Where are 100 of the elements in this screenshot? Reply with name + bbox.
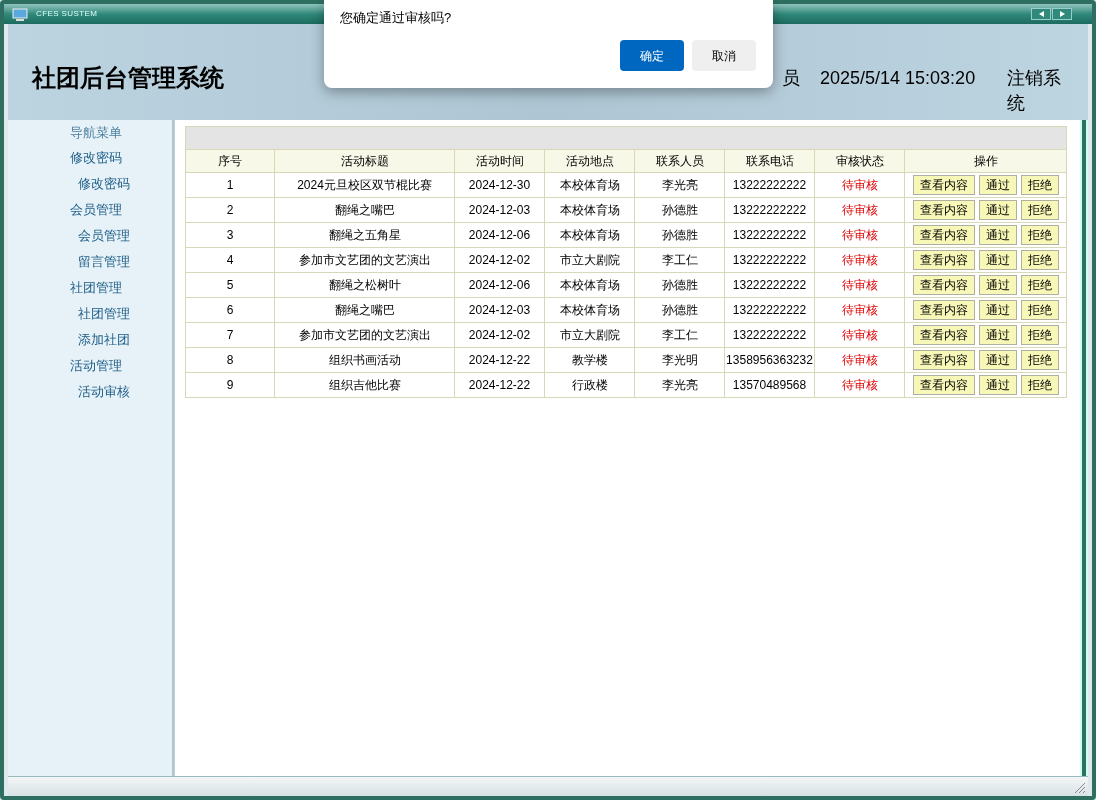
- reject-button[interactable]: 拒绝: [1020, 175, 1059, 195]
- table-cell: 参加市文艺团的文艺演出: [274, 247, 455, 273]
- table-cell: 翻绳之松树叶: [274, 272, 455, 298]
- cancel-button[interactable]: 取消: [692, 40, 756, 71]
- table-cell: 2024-12-03: [454, 197, 545, 223]
- sidebar-heading: 导航菜单: [70, 124, 123, 142]
- window-title: CFES SUSTEM: [36, 8, 98, 20]
- monitor-icon: [12, 7, 28, 21]
- reject-button[interactable]: 拒绝: [1020, 250, 1059, 270]
- table-cell: 2024-12-03: [454, 297, 545, 323]
- menu-item[interactable]: 活动审核: [78, 384, 130, 399]
- datetime: 2025/5/14 15:03:20: [820, 68, 976, 88]
- table-cell: 组织书画活动: [274, 347, 455, 373]
- column-header: 活动标题: [274, 149, 455, 173]
- approve-button[interactable]: 通过: [978, 175, 1017, 195]
- reject-button[interactable]: 拒绝: [1020, 200, 1059, 220]
- menu-group[interactable]: 社团管理: [70, 280, 122, 295]
- reject-button[interactable]: 拒绝: [1020, 225, 1059, 245]
- menu-item[interactable]: 留言管理: [78, 254, 130, 269]
- table-cell: 13570489568: [724, 372, 815, 398]
- table-cell: 待审核: [814, 347, 905, 373]
- table-cell: 参加市文艺团的文艺演出: [274, 322, 455, 348]
- reject-button[interactable]: 拒绝: [1020, 375, 1059, 395]
- menu-group[interactable]: 活动管理: [70, 358, 122, 373]
- table-cell: 2024-12-06: [454, 222, 545, 248]
- view-button[interactable]: 查看内容: [912, 325, 975, 345]
- view-button[interactable]: 查看内容: [912, 175, 975, 195]
- column-header: 联系电话: [724, 149, 815, 173]
- view-button[interactable]: 查看内容: [912, 250, 975, 270]
- table-cell: 13222222222: [724, 272, 815, 298]
- table-cell: 待审核: [814, 197, 905, 223]
- table-cell: 13222222222: [724, 222, 815, 248]
- logout-link[interactable]: 注销系统: [1007, 66, 1064, 116]
- reject-button[interactable]: 拒绝: [1020, 325, 1059, 345]
- table-cell: 2024-12-22: [454, 347, 545, 373]
- approve-button[interactable]: 通过: [978, 300, 1017, 320]
- previous-button[interactable]: [1031, 8, 1051, 20]
- table-cell: 9: [185, 372, 275, 398]
- column-header: 活动地点: [544, 149, 635, 173]
- approve-button[interactable]: 通过: [978, 275, 1017, 295]
- column-header: 操作: [904, 149, 1067, 173]
- view-button[interactable]: 查看内容: [912, 200, 975, 220]
- table-cell: 孙德胜: [634, 197, 725, 223]
- menu-group[interactable]: 会员管理: [70, 202, 122, 217]
- table-cell: 3: [185, 222, 275, 248]
- menu-item[interactable]: 社团管理: [78, 306, 130, 321]
- approve-button[interactable]: 通过: [978, 350, 1017, 370]
- table-cell: 孙德胜: [634, 297, 725, 323]
- table-cell: 待审核: [814, 172, 905, 198]
- table-cell: 市立大剧院: [544, 322, 635, 348]
- table-cell: 市立大剧院: [544, 247, 635, 273]
- table-cell: 孙德胜: [634, 272, 725, 298]
- table-cell: 6: [185, 297, 275, 323]
- table-cell: 翻绳之嘴巴: [274, 297, 455, 323]
- menu-item[interactable]: 会员管理: [78, 228, 130, 243]
- view-button[interactable]: 查看内容: [912, 300, 975, 320]
- reject-button[interactable]: 拒绝: [1020, 350, 1059, 370]
- approve-button[interactable]: 通过: [978, 250, 1017, 270]
- table-cell: 李工仁: [634, 247, 725, 273]
- table-cell: 李光明: [634, 347, 725, 373]
- table-cell: 13222222222: [724, 172, 815, 198]
- confirm-button[interactable]: 确定: [620, 40, 684, 71]
- table-cell: 13222222222: [724, 197, 815, 223]
- view-button[interactable]: 查看内容: [912, 375, 975, 395]
- table-cell: 待审核: [814, 372, 905, 398]
- view-button[interactable]: 查看内容: [912, 275, 975, 295]
- table-cell: 李光亮: [634, 372, 725, 398]
- menu-item[interactable]: 修改密码: [78, 176, 130, 191]
- table-cell: 8: [185, 347, 275, 373]
- resize-grip-icon: [1074, 782, 1086, 794]
- reject-button[interactable]: 拒绝: [1020, 275, 1059, 295]
- table-cell: 2024-12-30: [454, 172, 545, 198]
- table-cell: 2024元旦校区双节棍比赛: [274, 172, 455, 198]
- table-cell: 本校体育场: [544, 197, 635, 223]
- app-title: 社团后台管理系统: [32, 63, 224, 93]
- table-cell: 5: [185, 272, 275, 298]
- next-button[interactable]: [1052, 8, 1072, 20]
- left-arrow-icon: [1038, 11, 1044, 17]
- menu-item[interactable]: 添加社团: [78, 332, 130, 347]
- table-cell: 2024-12-22: [454, 372, 545, 398]
- view-button[interactable]: 查看内容: [912, 225, 975, 245]
- table-cell: 待审核: [814, 222, 905, 248]
- approve-button[interactable]: 通过: [978, 325, 1017, 345]
- table-cell: 本校体育场: [544, 222, 635, 248]
- table-cell: 本校体育场: [544, 172, 635, 198]
- table-cell: 13222222222: [724, 297, 815, 323]
- menu-group[interactable]: 修改密码: [70, 150, 122, 165]
- table-cell: 1: [185, 172, 275, 198]
- approve-button[interactable]: 通过: [978, 225, 1017, 245]
- column-header: 审核状态: [814, 149, 905, 173]
- column-header: 序号: [185, 149, 275, 173]
- dialog-message: 您确定通过审核吗?: [340, 9, 452, 27]
- approve-button[interactable]: 通过: [978, 375, 1017, 395]
- table-cell: 本校体育场: [544, 297, 635, 323]
- reject-button[interactable]: 拒绝: [1020, 300, 1059, 320]
- approve-button[interactable]: 通过: [978, 200, 1017, 220]
- table-cell: 待审核: [814, 272, 905, 298]
- view-button[interactable]: 查看内容: [912, 350, 975, 370]
- table-cell: 13222222222: [724, 247, 815, 273]
- table-cell: 2024-12-06: [454, 272, 545, 298]
